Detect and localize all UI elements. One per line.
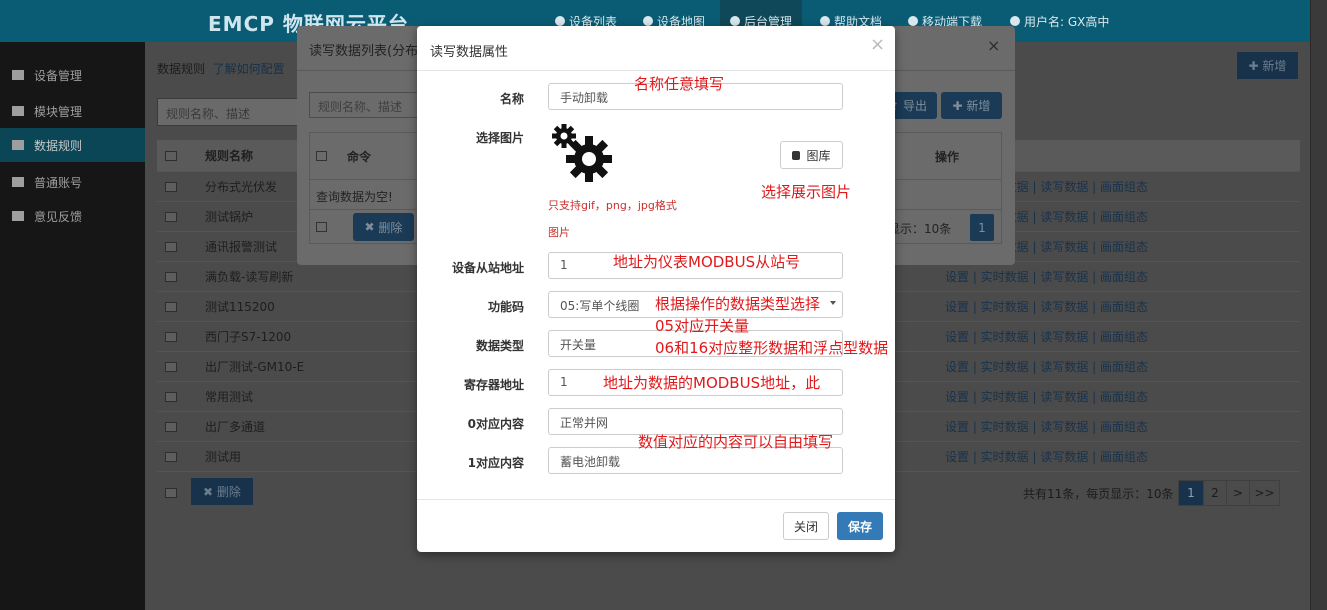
modal-title: 读写数据列表(分布 (309, 44, 419, 59)
row-actions[interactable]: 设置 | 实时数据 | 读写数据 | 画面组态 (945, 298, 1148, 315)
annotation-register-address: 地址为数据的MODBUS地址，此 (603, 374, 821, 392)
delete-command-button[interactable]: ✖ 删除 (353, 213, 414, 241)
annotation-slave-address: 地址为仪表MODBUS从站号 (613, 253, 801, 271)
user-icon (12, 177, 24, 187)
pagination-info: 共有11条，每页显示：10条 (1023, 487, 1174, 501)
function-code-label: 功能码 (487, 300, 524, 314)
row-actions[interactable]: 设置 | 实时数据 | 读写数据 | 画面组态 (945, 418, 1148, 435)
chevron-down-icon (830, 301, 836, 305)
annotation-content: 数值对应的内容可以自由填写 (638, 433, 834, 451)
register-address-label: 寄存器地址 (463, 378, 524, 392)
close-icon[interactable]: × (870, 34, 885, 55)
close-icon[interactable]: × (987, 36, 1000, 55)
sidebar-item-normal-accounts[interactable]: 普通账号 (0, 165, 145, 199)
help-icon (820, 16, 830, 26)
row-checkbox[interactable] (165, 451, 177, 462)
image-format-hint: 只支持gif，png，jpg格式 图片 (548, 199, 677, 239)
row-checkbox[interactable] (165, 421, 177, 432)
add-rule-button[interactable]: ✚ 新增 (1237, 52, 1298, 79)
modal-title: 读写数据属性 (430, 45, 509, 60)
list-icon (12, 70, 24, 80)
save-button[interactable]: 保存 (837, 512, 883, 540)
page-1[interactable]: 1 (970, 214, 994, 241)
row-checkbox[interactable] (165, 301, 177, 312)
mobile-icon (908, 16, 918, 26)
row-checkbox[interactable] (165, 241, 177, 252)
close-button[interactable]: 关闭 (783, 512, 829, 540)
sidebar-item-module-management[interactable]: 模块管理 (0, 94, 145, 128)
row-checkbox[interactable] (165, 211, 177, 222)
value-zero-input[interactable]: 正常并网 (548, 408, 843, 435)
annotation-image: 选择展示图片 (761, 183, 852, 201)
sidebar-item-feedback[interactable]: 意见反馈 (0, 199, 145, 233)
page-2[interactable]: 2 (1203, 480, 1227, 506)
sidebar-item-data-rules[interactable]: 数据规则 (0, 128, 145, 162)
add-command-button[interactable]: ✚ 新增 (941, 92, 1002, 119)
rw-data-attributes-modal: 读写数据属性 × 名称 手动卸载 选择图片 只支持gif，png，jpg格式 图… (417, 26, 895, 552)
config-help-link[interactable]: 了解如何配置 (213, 62, 285, 76)
footer-checkbox[interactable] (165, 488, 177, 498)
row-checkbox[interactable] (165, 181, 177, 192)
login-icon (12, 106, 24, 116)
user-icon (1010, 16, 1020, 26)
annotation-function-code-3: 06和16对应整形数据和浮点型数据 (655, 339, 889, 357)
page-last[interactable]: >> (1249, 480, 1280, 506)
value-zero-label: 0对应内容 (467, 417, 524, 431)
pencil-icon (12, 140, 24, 150)
annotation-function-code-1: 根据操作的数据类型选择 (655, 295, 821, 313)
name-label: 名称 (499, 92, 524, 106)
row-checkbox[interactable] (165, 271, 177, 282)
edit-icon (12, 211, 24, 221)
select-all-checkbox[interactable] (165, 150, 177, 161)
select-all-checkbox[interactable] (316, 151, 327, 161)
list-icon (555, 16, 565, 26)
divider (417, 499, 895, 500)
row-checkbox[interactable] (165, 391, 177, 402)
image-label: 选择图片 (475, 131, 524, 145)
value-one-label: 1对应内容 (467, 456, 524, 470)
page-scrollbar[interactable] (1310, 0, 1327, 610)
annotation-name: 名称任意填写 (634, 75, 725, 93)
sidebar-item-device-management[interactable]: 设备管理 (0, 58, 145, 92)
page-title: 数据规则 (157, 62, 206, 76)
delete-rules-button[interactable]: ✖ 删除 (191, 478, 253, 505)
row-actions[interactable]: 设置 | 实时数据 | 读写数据 | 画面组态 (945, 448, 1148, 465)
breadcrumb: 数据规则 了解如何配置 (157, 60, 285, 77)
database-icon (792, 150, 801, 160)
row-actions[interactable]: 设置 | 实时数据 | 读写数据 | 画面组态 (945, 268, 1148, 285)
globe-icon (643, 16, 653, 26)
row-checkbox[interactable] (165, 361, 177, 372)
data-type-label: 数据类型 (475, 339, 524, 353)
row-checkbox[interactable] (165, 331, 177, 342)
page-1[interactable]: 1 (1178, 480, 1204, 506)
row-actions[interactable]: 设置 | 实时数据 | 读写数据 | 画面组态 (945, 358, 1148, 375)
pagination-info: 显示：10条 (888, 222, 952, 236)
page-next[interactable]: > (1226, 480, 1250, 506)
slave-address-label: 设备从站地址 (451, 261, 524, 275)
divider (417, 70, 895, 71)
footer-checkbox[interactable] (316, 222, 327, 232)
row-actions[interactable]: 设置 | 实时数据 | 读写数据 | 画面组态 (945, 388, 1148, 405)
gallery-button[interactable]: 图库 (780, 141, 843, 169)
sidebar: 设备管理 模块管理 数据规则 普通账号 意见反馈 (0, 42, 145, 610)
nav-user-menu[interactable]: 用户名: GX高中 (1010, 0, 1109, 42)
row-actions[interactable]: 设置 | 实时数据 | 读写数据 | 画面组态 (945, 328, 1148, 345)
gears-icon[interactable] (548, 122, 618, 184)
gear-icon (730, 16, 740, 26)
annotation-function-code-2: 05对应开关量 (655, 317, 750, 335)
